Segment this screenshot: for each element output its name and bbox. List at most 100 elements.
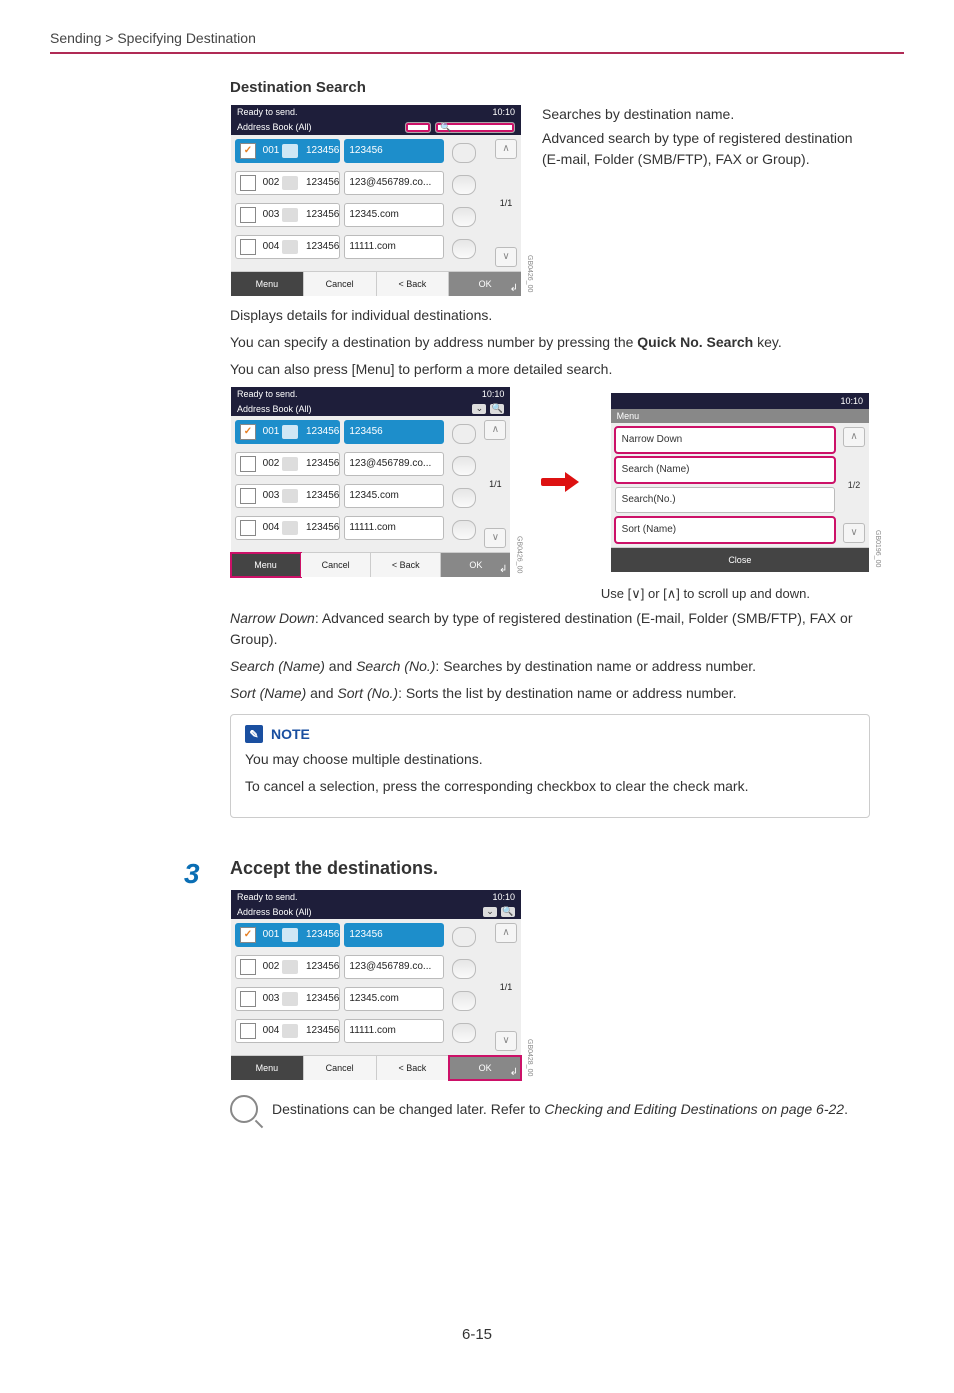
list-row[interactable]: 003123456 xyxy=(235,484,340,508)
detail-button[interactable] xyxy=(452,175,476,195)
ok-button[interactable]: OK↲ xyxy=(441,553,510,577)
detail-button[interactable] xyxy=(452,959,476,979)
back-button[interactable]: < Back xyxy=(377,1056,450,1080)
arrow-right-icon xyxy=(541,473,579,491)
ok-button[interactable]: OK↲ xyxy=(449,1056,521,1080)
menu-panel: 10:10 Menu Narrow Down Search (Name) Sea… xyxy=(610,392,870,573)
menu-more-text: You can also press [Menu] to perform a m… xyxy=(230,359,870,380)
menu-item-sort-name[interactable]: Sort (Name) xyxy=(615,517,835,543)
breadcrumb: Sending > Specifying Destination xyxy=(50,30,904,54)
address-book-panel: Ready to send. 10:10 Address Book (All) … xyxy=(230,104,522,297)
menu-button[interactable]: Menu xyxy=(231,1056,304,1080)
menu-item-search-no[interactable]: Search(No.) xyxy=(615,487,835,513)
ok-button[interactable]: OK↲ xyxy=(449,272,521,296)
scroll-up-button[interactable]: ∧ xyxy=(495,923,517,943)
checkbox-icon[interactable] xyxy=(240,488,256,504)
detail-button[interactable] xyxy=(452,239,476,259)
sort-desc: Sort (Name) and Sort (No.): Sorts the li… xyxy=(230,683,870,704)
cancel-button[interactable]: Cancel xyxy=(304,272,377,296)
type-dropdown[interactable]: ⌄ xyxy=(405,122,431,133)
row-addr: 123456 xyxy=(344,139,444,163)
page-number: 6-15 xyxy=(50,1326,904,1343)
list-row[interactable]: 004123456 xyxy=(235,516,340,540)
panel-status: Ready to send. xyxy=(237,108,298,117)
detail-button[interactable] xyxy=(452,424,476,444)
row-no: 004 xyxy=(260,1026,282,1036)
menu-button[interactable]: Menu xyxy=(231,272,304,296)
type-dropdown[interactable]: ⌄ xyxy=(483,907,497,917)
row-no: 001 xyxy=(260,146,282,156)
scroll-down-button[interactable]: ∨ xyxy=(843,523,865,543)
detail-button[interactable] xyxy=(452,488,476,508)
detail-button[interactable] xyxy=(452,927,476,947)
name-search-input[interactable]: 🔍 xyxy=(490,404,504,414)
annotation-search-name: Searches by destination name. xyxy=(542,104,870,124)
checkbox-icon[interactable] xyxy=(240,239,256,255)
menu-button[interactable]: Menu xyxy=(231,553,301,577)
menu-item-narrow-down[interactable]: Narrow Down xyxy=(615,427,835,453)
cancel-button[interactable]: Cancel xyxy=(304,1056,377,1080)
detail-button[interactable] xyxy=(452,456,476,476)
scroll-down-button[interactable]: ∨ xyxy=(495,1031,517,1051)
gb-code: GB0426_00 xyxy=(526,255,533,292)
list-row[interactable]: 004123456 xyxy=(235,1019,340,1043)
checkbox-icon[interactable] xyxy=(240,520,256,536)
detail-button[interactable] xyxy=(452,991,476,1011)
row-name: 123456 xyxy=(302,523,339,533)
note-icon: ✎ xyxy=(245,725,263,743)
list-row[interactable]: 001 123456 xyxy=(235,139,340,163)
list-row[interactable]: 002123456 xyxy=(235,452,340,476)
row-name: 123456 xyxy=(302,427,339,437)
quick-search-text: You can specify a destination by address… xyxy=(230,332,870,353)
section-title: Destination Search xyxy=(230,79,870,96)
scroll-down-button[interactable]: ∨ xyxy=(484,528,506,548)
scroll-hint: Use [∨] or [∧] to scroll up and down. xyxy=(230,586,810,602)
list-row[interactable]: 002123456 xyxy=(235,955,340,979)
name-search-input[interactable]: 🔍 xyxy=(501,907,515,917)
checkbox-icon[interactable] xyxy=(240,175,256,191)
scroll-up-button[interactable]: ∧ xyxy=(843,427,865,447)
menu-item-search-name[interactable]: Search (Name) xyxy=(615,457,835,483)
back-button[interactable]: < Back xyxy=(371,553,441,577)
list-row[interactable]: 001 123456 xyxy=(235,420,340,444)
scroll-up-button[interactable]: ∧ xyxy=(495,139,517,159)
panel-status: Ready to send. xyxy=(237,893,298,902)
row-no: 004 xyxy=(260,242,282,252)
checkbox-icon[interactable] xyxy=(240,959,256,975)
list-row[interactable]: 003123456 xyxy=(235,987,340,1011)
name-search-input[interactable]: 🔍 xyxy=(435,122,515,133)
list-row[interactable]: 003 123456 xyxy=(235,203,340,227)
list-row[interactable]: 004 123456 xyxy=(235,235,340,259)
row-name: 123456 xyxy=(302,178,339,188)
panel-time: 10:10 xyxy=(482,390,505,399)
type-dropdown[interactable]: ⌄ xyxy=(472,404,486,414)
reference-text: Destinations can be changed later. Refer… xyxy=(272,1099,848,1120)
row-no: 001 xyxy=(260,427,282,437)
detail-button[interactable] xyxy=(452,520,476,540)
type-icon xyxy=(282,176,298,190)
detail-button[interactable] xyxy=(452,207,476,227)
checkbox-icon[interactable] xyxy=(240,456,256,472)
checkbox-icon[interactable] xyxy=(240,927,256,943)
close-button[interactable]: Close xyxy=(611,548,869,572)
checkbox-icon[interactable] xyxy=(240,1023,256,1039)
list-row[interactable]: 001123456 xyxy=(235,923,340,947)
list-row[interactable]: 002 123456 xyxy=(235,171,340,195)
checkbox-icon[interactable] xyxy=(240,424,256,440)
scroll-up-button[interactable]: ∧ xyxy=(484,420,506,440)
detail-button[interactable] xyxy=(452,1023,476,1043)
detail-button[interactable] xyxy=(452,143,476,163)
type-icon xyxy=(282,960,298,974)
row-addr: 123@456789.co... xyxy=(344,171,444,195)
type-icon xyxy=(282,457,298,471)
checkbox-icon[interactable] xyxy=(240,207,256,223)
row-name: 123456 xyxy=(302,210,339,220)
checkbox-icon[interactable] xyxy=(240,143,256,159)
checkbox-icon[interactable] xyxy=(240,991,256,1007)
page-indicator: 1/1 xyxy=(489,480,502,489)
search-desc: Search (Name) and Search (No.): Searches… xyxy=(230,656,870,677)
scroll-down-button[interactable]: ∨ xyxy=(495,247,517,267)
back-button[interactable]: < Back xyxy=(377,272,450,296)
row-name: 123456 xyxy=(302,962,339,972)
cancel-button[interactable]: Cancel xyxy=(301,553,371,577)
